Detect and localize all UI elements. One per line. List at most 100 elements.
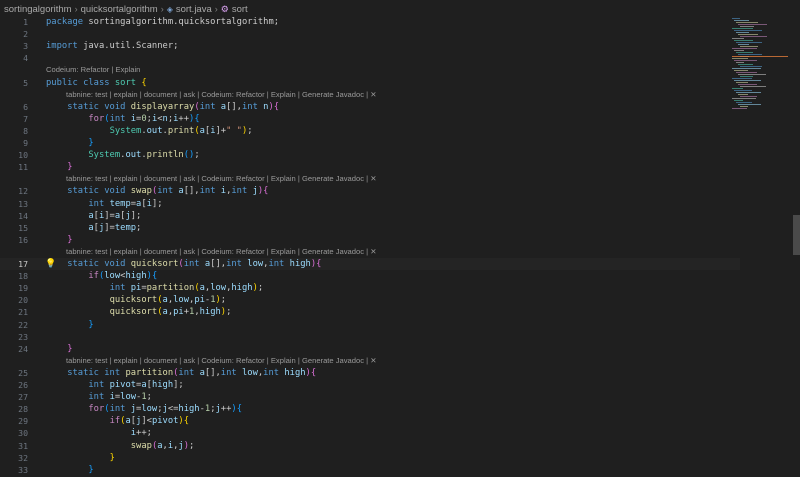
- code-line[interactable]: 6 static void displayarray(int a[],int n…: [0, 101, 740, 113]
- code-line[interactable]: 25 static int partition(int a[],int low,…: [0, 367, 740, 379]
- code-line[interactable]: 21 quicksort(a,pi+1,high);: [0, 306, 740, 318]
- breadcrumb-item-file[interactable]: sort.java: [176, 4, 212, 15]
- code-line[interactable]: 27 int i=low-1;: [0, 391, 740, 403]
- code-line[interactable]: 23: [0, 331, 740, 343]
- minimap-line: [734, 20, 749, 21]
- minimap-line: [734, 100, 743, 101]
- code-line[interactable]: 32 }: [0, 452, 740, 464]
- line-number: 20: [18, 295, 28, 306]
- minimap-line: [740, 106, 748, 107]
- code-line[interactable]: 8 System.out.print(a[i]+" ");: [0, 125, 740, 137]
- line-number: 9: [23, 138, 28, 148]
- line-number: 25: [18, 367, 28, 378]
- code-line[interactable]: 1 package sortingalgorithm.quicksortalgor…: [0, 16, 740, 28]
- code-text: import java.util.Scanner;: [46, 41, 179, 52]
- code-line[interactable]: 10 System.out.println();: [0, 149, 740, 161]
- line-number: 8: [23, 125, 28, 136]
- code-text: }: [67, 343, 73, 354]
- codelens-5[interactable]: Codeium: Refactor | Explain: [46, 65, 140, 75]
- code-line[interactable]: 22 }: [0, 319, 740, 331]
- minimap-line: [732, 38, 744, 39]
- code-line[interactable]: 29 if(a[j]<pivot){: [0, 415, 740, 427]
- code-line[interactable]: 30 i++;: [0, 427, 740, 439]
- code-text: public class sort {: [46, 77, 147, 88]
- line-number: 31: [18, 440, 28, 451]
- line-number: 15: [18, 222, 28, 233]
- code-text: }: [67, 162, 73, 173]
- vertical-scrollbar-thumb[interactable]: [793, 215, 800, 255]
- code-line[interactable]: 14 a[i]=a[j];: [0, 210, 740, 222]
- breadcrumb-item-package[interactable]: quicksortalgorithm: [81, 4, 158, 15]
- code-text: int pivot=a[high];: [88, 380, 184, 390]
- chevron-right-icon: ›: [214, 4, 218, 14]
- minimap-line: [732, 18, 740, 19]
- code-line[interactable]: 5 public class sort {: [0, 77, 740, 89]
- minimap-line: [740, 46, 758, 47]
- line-number: 6: [23, 101, 28, 112]
- code-text: if(low<high){: [88, 271, 158, 282]
- code-line[interactable]: 28 for(int j=low;j<=high-1;j++){: [0, 403, 740, 415]
- code-line[interactable]: 17 💡 static void quicksort(int a[],int lo…: [0, 258, 740, 270]
- code-line[interactable]: 19 int pi=partition(a,low,high);: [0, 282, 740, 294]
- minimap-line: [732, 28, 753, 29]
- code-line[interactable]: 24 }: [0, 343, 740, 355]
- code-line[interactable]: 33 }: [0, 464, 740, 476]
- code-line[interactable]: 12 static void swap(int a[],int i,int j)…: [0, 185, 740, 197]
- codelens-12[interactable]: tabnine: test | explain | document | ask…: [66, 174, 377, 184]
- code-line[interactable]: 15 a[j]=temp;: [0, 222, 740, 234]
- breadcrumb-item-project[interactable]: sortingalgorithm: [4, 4, 72, 15]
- code-editor[interactable]: 1 package sortingalgorithm.quicksortalgor…: [0, 16, 740, 477]
- line-number: 27: [18, 392, 28, 403]
- minimap-line: [732, 108, 747, 109]
- codelens-6[interactable]: tabnine: test | explain | document | ask…: [66, 90, 377, 100]
- line-number: 30: [18, 428, 28, 439]
- code-line[interactable]: 4: [0, 52, 740, 64]
- minimap-line: [734, 50, 744, 51]
- code-line[interactable]: 26 int pivot=a[high];: [0, 379, 740, 391]
- code-line[interactable]: 3 import java.util.Scanner;: [0, 40, 740, 52]
- code-line[interactable]: 13 int temp=a[i];: [0, 198, 740, 210]
- minimap-line: [736, 72, 757, 73]
- minimap-line: [732, 48, 757, 49]
- codelens-17[interactable]: tabnine: test | explain | document | ask…: [66, 247, 377, 257]
- code-line[interactable]: 11 }: [0, 161, 740, 173]
- code-text: int i=low-1;: [88, 392, 152, 403]
- line-number: 21: [18, 307, 28, 318]
- minimap-highlight: [732, 56, 788, 57]
- line-number: 24: [18, 343, 28, 354]
- line-number: 14: [18, 210, 28, 221]
- code-line[interactable]: 7 for(int i=0;i<n;i++){: [0, 113, 740, 125]
- codelens-25[interactable]: tabnine: test | explain | document | ask…: [66, 356, 377, 366]
- line-number: 7: [23, 113, 28, 124]
- code-text: int temp=a[i];: [88, 198, 163, 209]
- breadcrumb-item-symbol[interactable]: sort: [232, 4, 248, 15]
- code-line[interactable]: 16 }: [0, 234, 740, 246]
- code-line[interactable]: 2: [0, 28, 740, 40]
- code-line[interactable]: 18 if(low<high){: [0, 270, 740, 282]
- chevron-right-icon: ›: [74, 4, 78, 14]
- minimap[interactable]: [730, 16, 792, 477]
- code-text: for(int i=0;i<n;i++){: [88, 113, 200, 124]
- code-text: System.out.print(a[i]+" ");: [109, 125, 253, 136]
- minimap-line: [738, 24, 767, 25]
- minimap-line: [738, 44, 749, 45]
- code-line[interactable]: 9 }: [0, 137, 740, 149]
- minimap-line: [734, 40, 753, 41]
- minimap-line: [738, 84, 757, 85]
- code-text: int pi=partition(a,low,high);: [109, 283, 264, 294]
- line-number: 2: [23, 29, 28, 40]
- line-number: 28: [18, 404, 28, 415]
- minimap-line: [738, 54, 762, 55]
- minimap-line: [738, 94, 748, 95]
- minimap-line: [740, 86, 766, 87]
- minimap-line: [736, 102, 752, 103]
- code-line[interactable]: 31 swap(a,i,j);: [0, 440, 740, 452]
- minimap-line: [732, 78, 752, 79]
- code-text: static void quicksort(int a[],int low,in…: [67, 259, 322, 269]
- minimap-line: [732, 98, 756, 99]
- minimap-line: [740, 96, 757, 97]
- code-text: System.out.println();: [88, 150, 200, 161]
- line-number: 23: [18, 331, 28, 342]
- code-line[interactable]: 20 quicksort(a,low,pi-1);: [0, 294, 740, 306]
- minimap-line: [732, 58, 748, 59]
